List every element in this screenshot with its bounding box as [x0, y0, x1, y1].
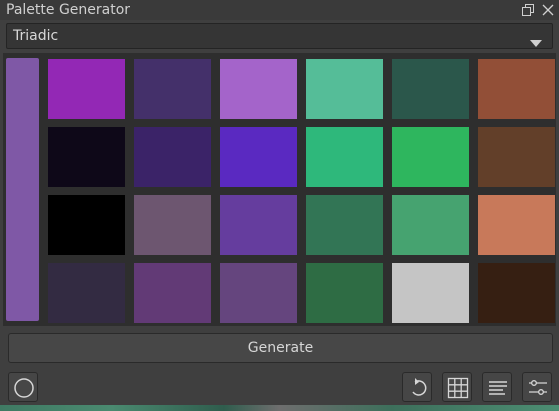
color-swatch[interactable] — [220, 263, 297, 323]
color-swatch[interactable] — [220, 195, 297, 255]
scheme-dropdown-value: Triadic — [13, 28, 59, 44]
panel-title: Palette Generator — [6, 2, 131, 18]
restore-window-icon[interactable] — [520, 2, 536, 18]
color-swatch[interactable] — [392, 127, 469, 187]
color-swatch[interactable] — [306, 127, 383, 187]
color-swatch[interactable] — [134, 195, 211, 255]
color-swatch[interactable] — [478, 263, 555, 323]
background-strip — [0, 405, 559, 411]
color-swatch[interactable] — [306, 59, 383, 119]
settings-button[interactable] — [522, 372, 552, 402]
close-icon[interactable] — [540, 2, 556, 18]
grid-icon — [447, 377, 469, 399]
generate-button-label: Generate — [247, 340, 314, 356]
grid-view-button[interactable] — [442, 372, 472, 402]
chevron-down-icon — [530, 33, 542, 52]
generate-button[interactable]: Generate — [8, 333, 553, 363]
base-color-swatch[interactable] — [6, 58, 39, 321]
color-swatch[interactable] — [306, 195, 383, 255]
undo-button[interactable] — [402, 372, 432, 402]
color-swatch[interactable] — [220, 59, 297, 119]
color-swatch[interactable] — [48, 263, 125, 323]
color-swatch[interactable] — [478, 195, 555, 255]
scheme-dropdown[interactable]: Triadic — [6, 23, 553, 49]
color-swatch[interactable] — [306, 263, 383, 323]
color-swatch[interactable] — [220, 127, 297, 187]
color-swatch[interactable] — [134, 59, 211, 119]
title-bar: Palette Generator — [0, 0, 559, 20]
circle-mode-button[interactable] — [8, 372, 38, 402]
undo-icon — [412, 378, 427, 396]
color-swatch[interactable] — [134, 127, 211, 187]
list-icon — [489, 381, 507, 395]
color-swatch[interactable] — [392, 263, 469, 323]
color-swatch[interactable] — [48, 127, 125, 187]
color-swatch[interactable] — [478, 127, 555, 187]
palette-generator-panel: Palette Generator Triadic Generate — [0, 0, 559, 411]
color-swatch[interactable] — [392, 195, 469, 255]
color-swatch[interactable] — [478, 59, 555, 119]
color-swatch[interactable] — [134, 263, 211, 323]
color-swatch[interactable] — [392, 59, 469, 119]
list-view-button[interactable] — [482, 372, 512, 402]
sliders-icon — [529, 380, 547, 395]
color-swatch[interactable] — [48, 195, 125, 255]
circle-icon — [14, 378, 34, 398]
color-swatch[interactable] — [48, 59, 125, 119]
